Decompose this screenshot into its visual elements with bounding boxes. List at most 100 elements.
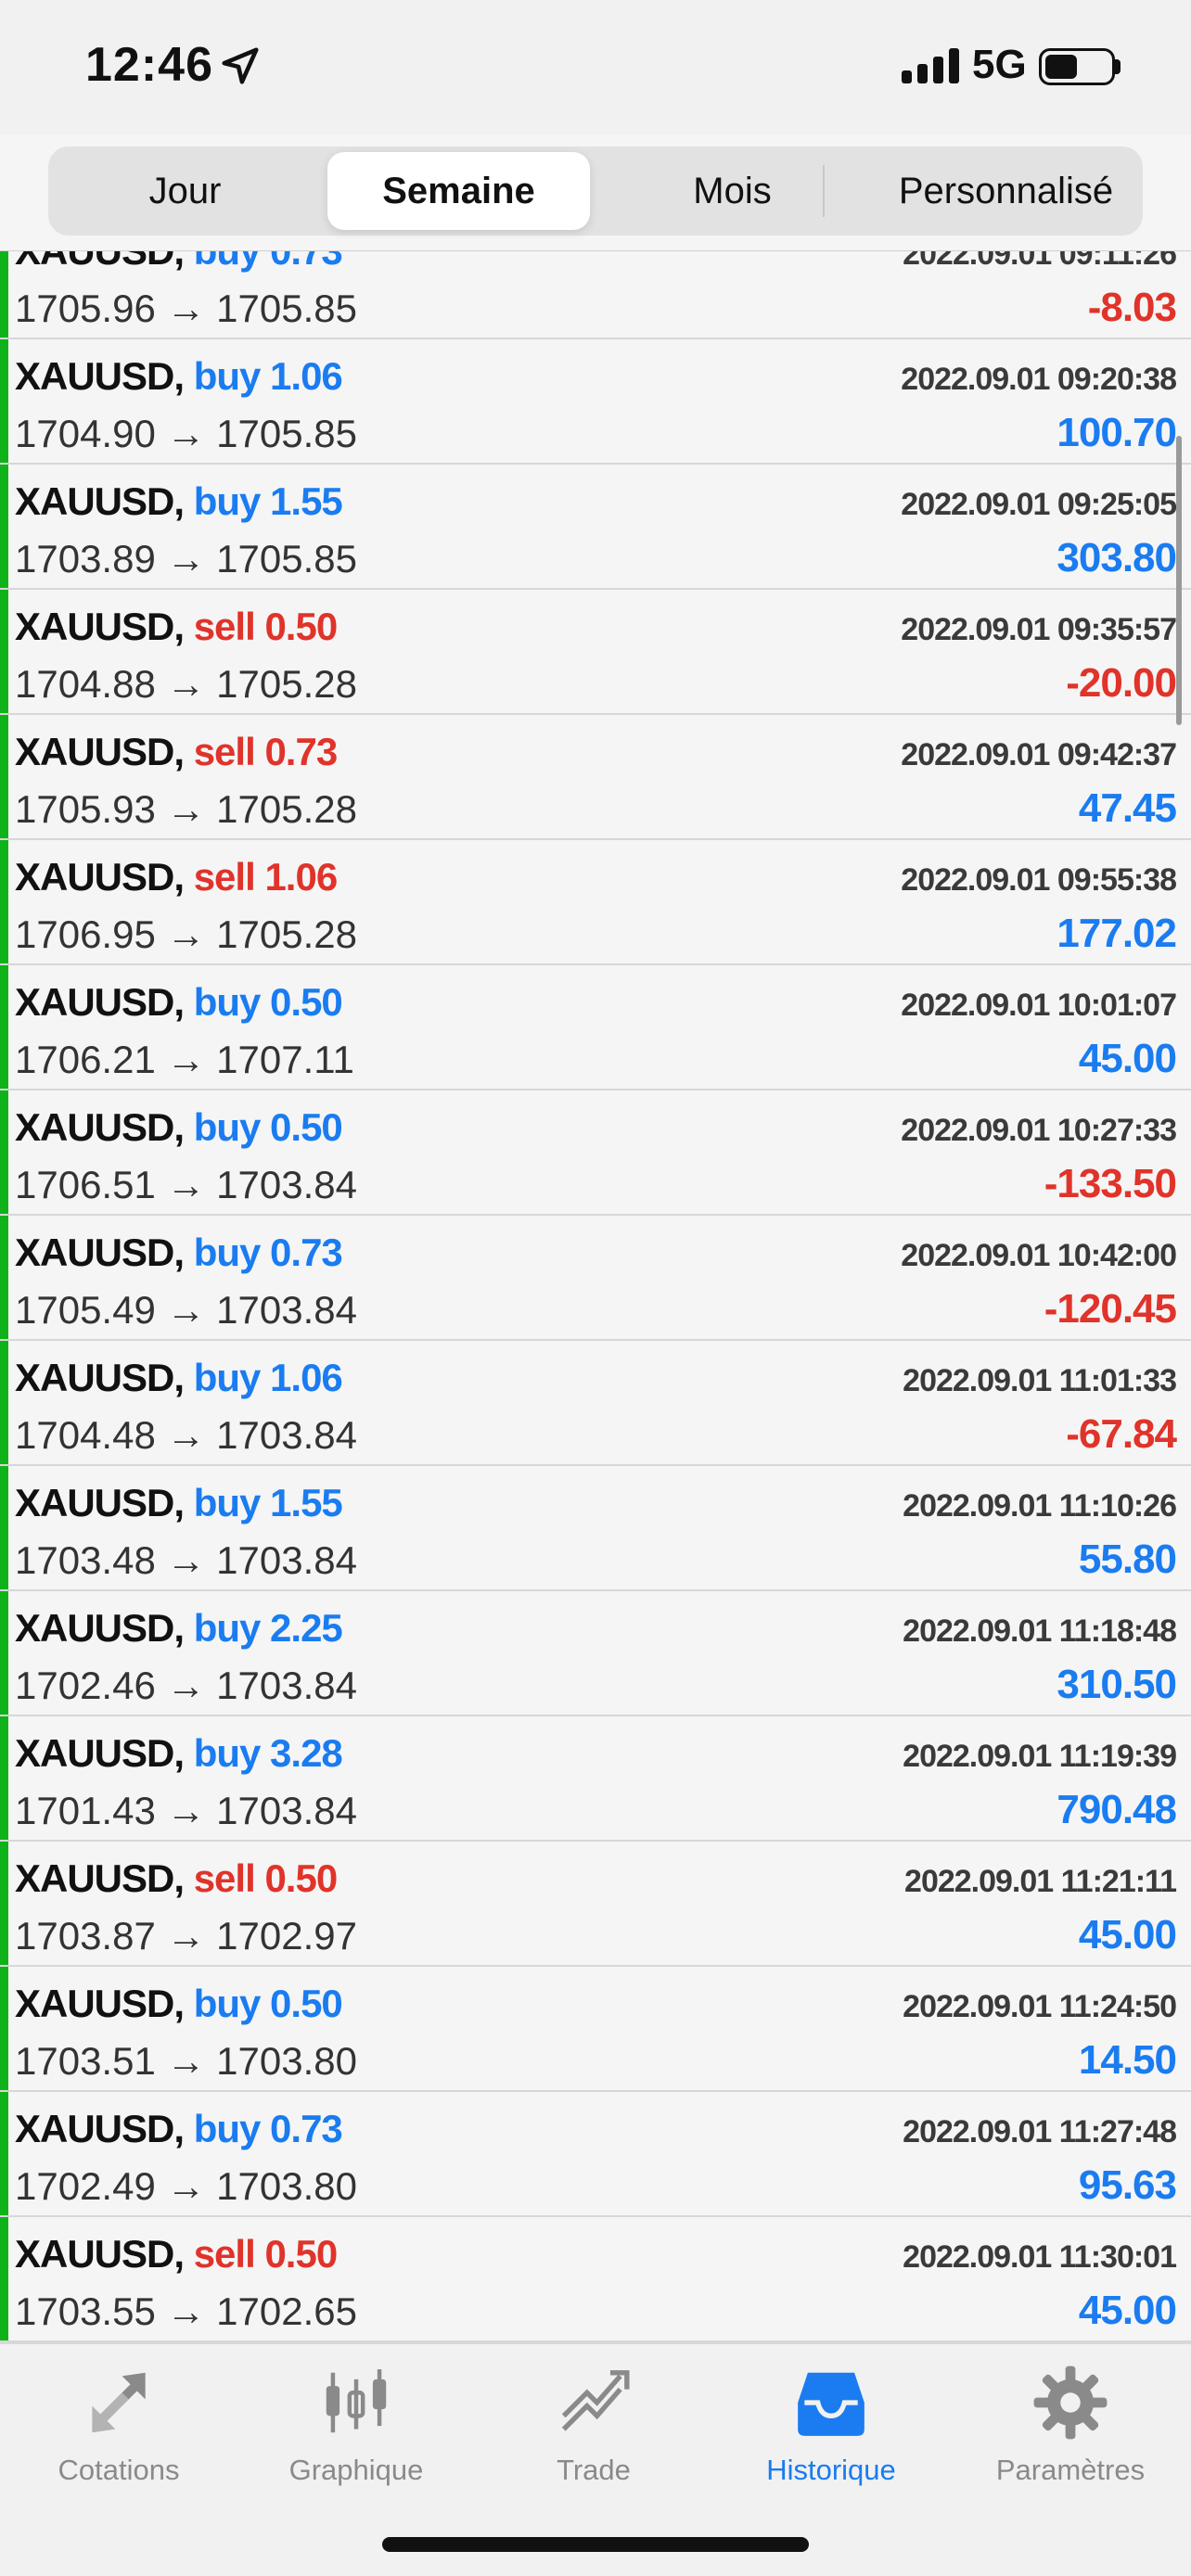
segment-semaine[interactable]: Semaine — [327, 152, 590, 230]
trade-row[interactable]: XAUUSD, buy 1.55 2022.09.01 11:10:26 1703.… — [0, 1466, 1191, 1591]
trade-side: buy — [193, 354, 262, 398]
trade-row[interactable]: XAUUSD, buy 1.06 2022.09.01 09:20:38 1704.… — [0, 339, 1191, 465]
segment-jour[interactable]: Jour — [54, 152, 316, 230]
cellular-signal-icon — [902, 48, 963, 83]
tab-parametres[interactable]: Paramètres — [968, 2363, 1172, 2493]
trade-symbol: XAUUSD, — [15, 2107, 185, 2150]
trade-row[interactable]: XAUUSD, buy 0.50 2022.09.01 10:01:07 1706.… — [0, 965, 1191, 1090]
trade-symbol-line: XAUUSD, buy 1.55 — [15, 479, 343, 524]
trade-prices: 1703.89 → 1705.85 — [15, 537, 357, 581]
profit-indicator-bar — [0, 251, 8, 338]
trade-prices: 1704.90 → 1705.85 — [15, 412, 357, 456]
trade-row[interactable]: XAUUSD, buy 0.50 2022.09.01 10:27:33 1706.… — [0, 1090, 1191, 1216]
gear-icon — [1033, 2366, 1108, 2440]
trade-time: 2022.09.01 11:24:50 — [903, 1989, 1177, 2024]
trade-symbol-line: XAUUSD, sell 0.50 — [15, 2232, 338, 2276]
trade-volume: 1.55 — [270, 479, 343, 523]
home-indicator[interactable] — [382, 2537, 809, 2552]
open-price: 1702.49 — [15, 2164, 156, 2208]
close-price: 1705.85 — [216, 537, 357, 580]
trade-time: 2022.09.01 11:01:33 — [903, 1363, 1177, 1398]
trade-row[interactable]: XAUUSD, buy 0.73 2022.09.01 10:42:00 1705.… — [0, 1216, 1191, 1341]
profit-indicator-bar — [0, 965, 8, 1089]
price-arrow: → — [166, 2164, 206, 2208]
trade-time: 2022.09.01 10:42:00 — [901, 1238, 1177, 1273]
trade-side: sell — [193, 1856, 256, 1900]
trade-row[interactable]: XAUUSD, sell 0.73 2022.09.01 09:42:37 1705… — [0, 715, 1191, 840]
close-price: 1703.84 — [216, 1413, 357, 1457]
trade-symbol-line: XAUUSD, sell 0.73 — [15, 730, 338, 774]
price-arrow: → — [166, 912, 206, 956]
trade-volume: 0.50 — [270, 980, 343, 1024]
trade-side: buy — [193, 1481, 262, 1524]
open-price: 1705.96 — [15, 287, 156, 330]
segment-personnalise[interactable]: Personnalisé — [875, 152, 1137, 230]
tab-trade[interactable]: Trade — [492, 2363, 696, 2493]
trade-symbol-line: XAUUSD, buy 0.73 — [15, 251, 343, 274]
scrollbar-thumb[interactable] — [1176, 436, 1182, 725]
close-price: 1707.11 — [216, 1038, 354, 1081]
trade-symbol-line: XAUUSD, buy 0.50 — [15, 1982, 343, 2026]
open-price: 1705.49 — [15, 1288, 156, 1332]
trade-symbol: XAUUSD, — [15, 1105, 185, 1149]
trade-volume: 0.50 — [270, 1982, 343, 2025]
trade-profit: 14.50 — [1078, 2037, 1177, 2083]
trade-row[interactable]: XAUUSD, buy 1.55 2022.09.01 09:25:05 1703.… — [0, 465, 1191, 590]
trade-prices: 1704.48 → 1703.84 — [15, 1413, 357, 1458]
trade-profit: 100.70 — [1057, 410, 1177, 455]
trade-row[interactable]: XAUUSD, buy 1.06 2022.09.01 11:01:33 1704.… — [0, 1341, 1191, 1466]
price-arrow: → — [166, 1664, 206, 1707]
trade-time: 2022.09.01 11:21:11 — [904, 1864, 1177, 1899]
profit-indicator-bar — [0, 1591, 8, 1715]
trade-symbol: XAUUSD, — [15, 2232, 185, 2276]
trade-prices: 1701.43 → 1703.84 — [15, 1789, 357, 1833]
open-price: 1705.93 — [15, 787, 156, 831]
trade-time: 2022.09.01 11:10:26 — [903, 1488, 1177, 1524]
trade-row[interactable]: XAUUSD, sell 0.50 2022.09.01 11:30:01 1703… — [0, 2217, 1191, 2342]
price-arrow: → — [166, 1538, 206, 1582]
trade-side: buy — [193, 1982, 262, 2025]
trade-side: buy — [193, 1731, 262, 1775]
trade-prices: 1706.51 → 1703.84 — [15, 1163, 357, 1207]
trade-row[interactable]: XAUUSD, buy 0.50 2022.09.01 11:24:50 1703.… — [0, 1967, 1191, 2092]
tab-cotations[interactable]: Cotations — [17, 2363, 221, 2493]
trade-symbol: XAUUSD, — [15, 1356, 185, 1399]
trade-time: 2022.09.01 09:55:38 — [901, 862, 1177, 898]
trade-side: buy — [193, 1231, 262, 1274]
status-bar: 12:46 5G — [0, 0, 1191, 134]
trade-side: sell — [193, 605, 256, 648]
price-arrow: → — [166, 1789, 206, 1832]
close-price: 1705.28 — [216, 662, 357, 706]
close-price: 1703.80 — [216, 2164, 357, 2208]
close-price: 1702.97 — [216, 1914, 357, 1958]
trade-row[interactable]: XAUUSD, sell 1.06 2022.09.01 09:55:38 1706… — [0, 840, 1191, 965]
trade-profit: 45.00 — [1078, 1036, 1177, 1081]
price-arrow: → — [166, 2289, 206, 2333]
trade-symbol: XAUUSD, — [15, 354, 185, 398]
trade-row[interactable]: XAUUSD, sell 0.50 2022.09.01 09:35:57 1704… — [0, 590, 1191, 715]
trade-symbol: XAUUSD, — [15, 855, 185, 899]
trade-row[interactable]: XAUUSD, buy 0.73 2022.09.01 11:27:48 1702.… — [0, 2092, 1191, 2217]
trade-history-list[interactable]: XAUUSD, buy 0.73 2022.09.01 09:11:26 1705.… — [0, 251, 1191, 2342]
close-price: 1703.80 — [216, 2039, 357, 2083]
tab-graphique[interactable]: Graphique — [254, 2363, 458, 2493]
tab-historique[interactable]: Historique — [729, 2363, 933, 2493]
trade-profit: 177.02 — [1057, 911, 1177, 956]
trade-volume: 0.73 — [264, 730, 338, 773]
trade-row[interactable]: XAUUSD, sell 0.50 2022.09.01 11:21:11 1703… — [0, 1842, 1191, 1967]
tab-label: Trade — [557, 2454, 631, 2486]
trade-row[interactable]: XAUUSD, buy 3.28 2022.09.01 11:19:39 1701.… — [0, 1716, 1191, 1842]
price-arrow: → — [166, 1413, 206, 1457]
open-price: 1706.95 — [15, 912, 156, 956]
trade-symbol: XAUUSD, — [15, 251, 185, 273]
candlestick-icon — [326, 2369, 387, 2433]
trade-prices: 1706.21 → 1707.11 — [15, 1038, 354, 1082]
trade-profit: 303.80 — [1057, 535, 1177, 580]
trade-time: 2022.09.01 11:18:48 — [903, 1613, 1177, 1649]
trade-volume: 1.06 — [270, 354, 343, 398]
trade-volume: 0.73 — [270, 2107, 343, 2150]
close-price: 1703.84 — [216, 1789, 357, 1832]
trade-row[interactable]: XAUUSD, buy 2.25 2022.09.01 11:18:48 1702.… — [0, 1591, 1191, 1716]
trade-row[interactable]: XAUUSD, buy 0.73 2022.09.01 09:11:26 1705.… — [0, 251, 1191, 339]
tab-label: Historique — [766, 2454, 896, 2486]
